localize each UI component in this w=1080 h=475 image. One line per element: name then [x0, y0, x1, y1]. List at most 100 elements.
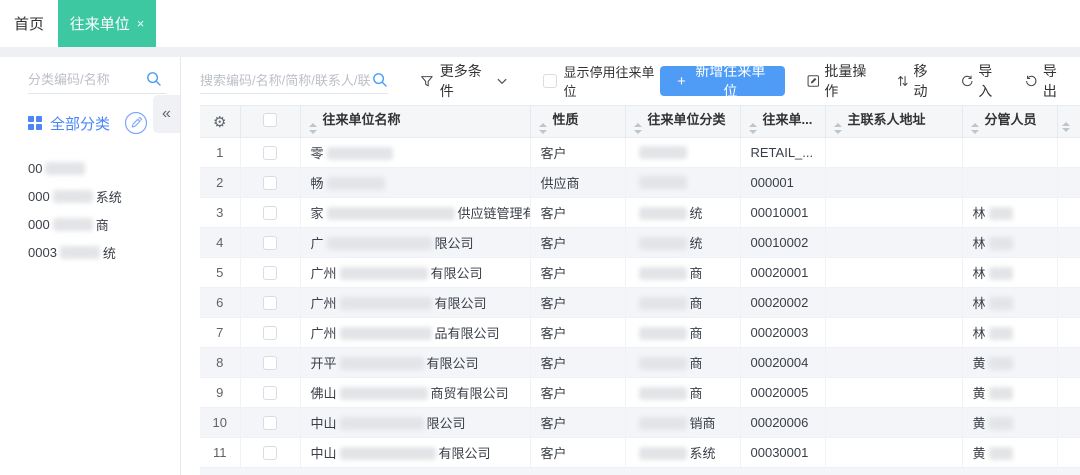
col-header-category[interactable]: 往来单位分类 — [625, 106, 740, 138]
row-checkbox[interactable] — [263, 356, 277, 370]
table-row[interactable]: 2畅供应商000001 — [200, 168, 1080, 198]
export-button[interactable]: 导出 — [1025, 61, 1068, 101]
row-checkbox[interactable] — [263, 266, 277, 280]
partner-category: 商 — [625, 378, 740, 408]
partner-name: 中山 有限公司 — [300, 438, 530, 468]
import-button[interactable]: 导入 — [961, 61, 1004, 101]
tab-partners[interactable]: 往来单位 × — [58, 0, 156, 47]
partner-manager: 黄 — [962, 378, 1057, 408]
extra-cell — [1057, 348, 1080, 378]
redacted-text — [989, 327, 1013, 340]
more-filters-button[interactable]: 更多条件 — [420, 61, 513, 101]
row-checkbox[interactable] — [263, 326, 277, 340]
row-index: 9 — [200, 378, 240, 408]
table-row[interactable]: 6广州有限公司客户商00020002林 — [200, 288, 1080, 318]
row-checkbox[interactable] — [263, 146, 277, 160]
col-header-code[interactable]: 往来单... — [740, 106, 825, 138]
partner-search-input[interactable] — [200, 73, 372, 88]
partner-category: 商 — [625, 348, 740, 378]
col-header-nature[interactable]: 性质 — [530, 106, 625, 138]
sort-icon[interactable] — [539, 123, 547, 134]
collapse-sidebar-icon[interactable]: « — [153, 95, 180, 133]
col-header-manager[interactable]: 分管人员 — [962, 106, 1057, 138]
col-header-extra[interactable] — [1057, 106, 1080, 138]
partner-address — [825, 258, 962, 288]
move-button[interactable]: 移动 — [897, 61, 939, 101]
redacted-text — [639, 327, 687, 340]
close-tab-icon[interactable]: × — [137, 16, 145, 31]
row-checkbox-cell — [240, 318, 300, 348]
partner-nature: 客户 — [530, 138, 625, 168]
partner-name-text: 有限公司 — [439, 446, 491, 461]
row-checkbox[interactable] — [263, 236, 277, 250]
partner-name-text: 广州 — [311, 266, 337, 281]
divider-band — [0, 47, 1080, 57]
partner-category: 商 — [625, 288, 740, 318]
batch-actions-button[interactable]: 批量操作 — [807, 61, 875, 101]
partner-name-text: 限公司 — [427, 416, 466, 431]
partial-next-row — [200, 468, 1080, 475]
tab-home-label: 首页 — [14, 13, 44, 34]
row-checkbox-cell — [240, 138, 300, 168]
table-row[interactable]: 1零客户RETAIL_... — [200, 138, 1080, 168]
partner-manager: 黄 — [962, 348, 1057, 378]
sidebar-category-item-2[interactable]: 000商 — [28, 210, 180, 238]
tab-bar: 首页 往来单位 × — [0, 0, 1080, 47]
sidebar-category-item-1[interactable]: 000系统 — [28, 182, 180, 210]
extra-cell — [1057, 138, 1080, 168]
show-disabled-checkbox[interactable] — [543, 74, 556, 88]
show-disabled-toggle[interactable]: 显示停用往来单位 — [543, 62, 660, 100]
table-row[interactable]: 4广限公司客户统00010002林 — [200, 228, 1080, 258]
partner-category-text: 系统 — [690, 446, 716, 461]
row-checkbox[interactable] — [263, 386, 277, 400]
select-all-checkbox[interactable] — [263, 113, 277, 127]
redacted-text — [639, 357, 687, 370]
plus-icon: + — [677, 73, 686, 90]
search-icon[interactable] — [146, 71, 162, 87]
table-row[interactable]: 7广州品有限公司客户商00020003林 — [200, 318, 1080, 348]
row-checkbox[interactable] — [263, 446, 277, 460]
table-row[interactable]: 5广州有限公司客户商00020001林 — [200, 258, 1080, 288]
sort-icon[interactable] — [749, 123, 757, 134]
search-icon[interactable] — [372, 72, 388, 88]
category-search-input[interactable] — [28, 72, 146, 87]
redacted-text — [639, 237, 687, 250]
row-checkbox[interactable] — [263, 416, 277, 430]
row-checkbox[interactable] — [263, 206, 277, 220]
table-row[interactable]: 10中山限公司客户销商00020006黄 — [200, 408, 1080, 438]
partner-name-text: 中山 — [311, 446, 337, 461]
partner-name-text: 品有限公司 — [435, 326, 500, 341]
sort-icon[interactable] — [971, 123, 979, 134]
table-row[interactable]: 9佛山商贸有限公司客户商00020005黄 — [200, 378, 1080, 408]
table-row[interactable]: 3家供应链管理有限公司东...客户统00010001林 — [200, 198, 1080, 228]
edit-category-icon[interactable] — [124, 111, 148, 135]
redacted-text — [45, 162, 85, 175]
sort-icon[interactable] — [1062, 122, 1070, 133]
sort-icon[interactable] — [834, 123, 842, 134]
row-checkbox[interactable] — [263, 296, 277, 310]
sidebar-category-item-3[interactable]: 0003统 — [28, 238, 180, 266]
partner-manager: 林 — [962, 228, 1057, 258]
partner-name: 家供应链管理有限公司东... — [300, 198, 530, 228]
extra-cell — [1057, 288, 1080, 318]
batch-edit-icon — [807, 74, 820, 88]
row-index: 11 — [200, 438, 240, 468]
table-row[interactable]: 11中山有限公司客户系统00030001黄 — [200, 438, 1080, 468]
table-row[interactable]: 8开平有限公司客户商00020004黄 — [200, 348, 1080, 378]
row-checkbox[interactable] — [263, 176, 277, 190]
row-checkbox-cell — [240, 258, 300, 288]
sort-icon[interactable] — [634, 123, 642, 134]
partner-address — [825, 438, 962, 468]
column-settings-gear-icon[interactable]: ⚙ — [213, 114, 226, 131]
sort-icon[interactable] — [309, 123, 317, 134]
tab-home[interactable]: 首页 — [0, 0, 58, 47]
move-sort-icon — [897, 74, 909, 88]
partner-code: 00030001 — [740, 438, 825, 468]
grid-icon — [28, 116, 42, 130]
col-header-address[interactable]: 主联系人地址 — [825, 106, 962, 138]
partner-name-text: 有限公司 — [431, 266, 483, 281]
add-partner-button[interactable]: + 新增往来单位 — [660, 66, 785, 96]
extra-cell — [1057, 318, 1080, 348]
sidebar-category-item-0[interactable]: 00 — [28, 154, 180, 182]
col-header-name[interactable]: 往来单位名称 — [300, 106, 530, 138]
